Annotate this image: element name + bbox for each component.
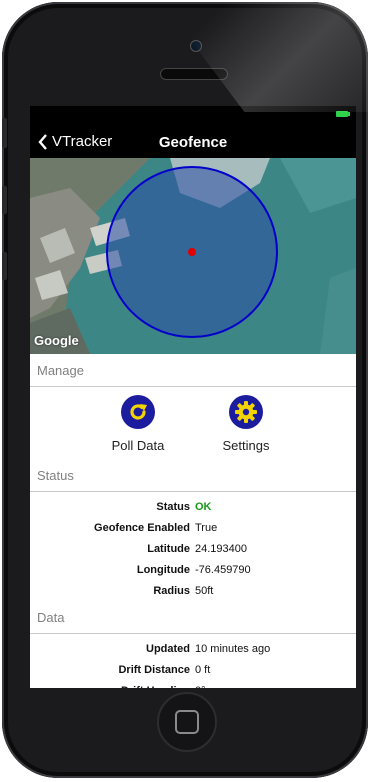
longitude-row: Longitude -76.459790 [30, 559, 356, 580]
geofence-enabled-row: Geofence Enabled True [30, 517, 356, 538]
row-value: 24.193400 [195, 542, 247, 555]
row-value: 0° [195, 685, 356, 689]
manage-section-header: Manage [30, 354, 356, 387]
drift-distance-row: Drift Distance 0 ft [30, 659, 356, 680]
phone-frame: VTracker Geofence Google Manage Poll Dat… [2, 2, 368, 778]
gear-icon [229, 395, 263, 429]
poll-data-label: Poll Data [111, 438, 165, 453]
status-row: Status OK [30, 496, 356, 517]
battery-icon [336, 111, 350, 117]
settings-button[interactable]: Settings [206, 395, 286, 453]
volume-up-button [2, 186, 7, 214]
row-value: -76.459790 [195, 563, 251, 576]
home-square-icon [175, 710, 199, 734]
row-key: Drift Distance [118, 663, 190, 676]
row-value: 0 ft [195, 663, 211, 676]
volume-down-button [2, 252, 7, 280]
mute-switch [2, 118, 7, 148]
row-key: Longitude [136, 563, 190, 576]
page-title: Geofence [158, 134, 228, 151]
status-section-header: Status [30, 459, 356, 492]
home-button[interactable] [157, 692, 217, 752]
map-view[interactable]: Google [30, 158, 356, 354]
row-value: True [195, 521, 218, 534]
poll-data-button[interactable]: Poll Data [98, 395, 178, 453]
row-value: 10 minutes ago [195, 642, 271, 655]
latitude-row: Latitude 24.193400 [30, 538, 356, 559]
status-list: Status OK Geofence Enabled True Latitude 24… [30, 492, 356, 601]
front-camera [190, 40, 202, 52]
google-logo: Google [34, 333, 79, 348]
status-bar [30, 106, 356, 126]
data-section-header: Data [30, 601, 356, 634]
row-key: Geofence Enabled [94, 521, 190, 534]
location-marker [188, 248, 196, 256]
earpiece-speaker [160, 68, 228, 80]
status-value: OK [195, 500, 212, 513]
manage-actions: Poll Data Settings [30, 387, 356, 459]
settings-label: Settings [222, 438, 270, 453]
row-key: Status [156, 500, 190, 513]
screen: VTracker Geofence Google Manage Poll Dat… [30, 106, 356, 688]
radius-row: Radius 50ft [30, 580, 356, 601]
row-key: Latitude [147, 542, 190, 555]
row-value: 50ft [195, 584, 214, 597]
row-key: Updated [146, 642, 190, 655]
drift-heading-row: Drift Heading0° [30, 680, 356, 689]
refresh-icon [121, 395, 155, 429]
data-list: Updated 10 minutes ago Drift Distance 0 ft… [30, 634, 356, 689]
satellite-map [30, 158, 356, 354]
navigation-bar: VTracker Geofence [30, 126, 356, 158]
updated-row: Updated 10 minutes ago [30, 638, 356, 659]
row-key: Radius [153, 584, 190, 597]
row-key: Drift Heading [30, 685, 195, 689]
